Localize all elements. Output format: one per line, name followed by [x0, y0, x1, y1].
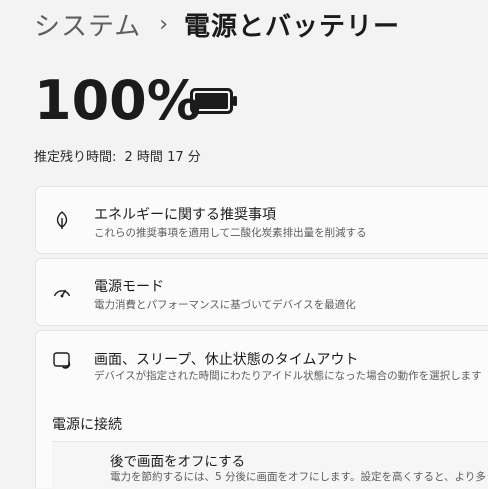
- breadcrumb-separator: ›: [159, 11, 169, 37]
- screen-off-setting-description: 電力を節約するには、5 分後に画面をオフにします。設定を高くすると、より多くの: [110, 471, 488, 483]
- remaining-label: 推定残り時間:: [34, 150, 117, 165]
- breadcrumb: システム › 電源とバッテリー: [34, 4, 400, 44]
- leaf-icon: [56, 211, 68, 229]
- screen-sleep-title: 画面、スリープ、休止状態のタイムアウト: [94, 352, 359, 368]
- power-mode-description: 電力消費とパフォーマンスに基づいてデバイスを最適化: [94, 299, 356, 311]
- breadcrumb-system-link[interactable]: システム: [34, 6, 141, 43]
- battery-full-icon: [190, 88, 237, 114]
- screen-sleep-icon: [53, 352, 71, 369]
- screen-sleep-description: デバイスが指定された時間にわたりアイドル状態になった場合の動作を選択します: [94, 370, 482, 382]
- energy-recommendations-card[interactable]: エネルギーに関する推奨事項 これらの推奨事項を適用して二酸化炭素排出量を削減する: [35, 186, 488, 254]
- energy-recommendations-title: エネルギーに関する推奨事項: [94, 207, 276, 223]
- page-title: 電源とバッテリー: [184, 11, 401, 42]
- battery-percentage: 100%: [34, 69, 201, 132]
- estimated-time-remaining: 推定残り時間: 2 時間 17 分: [34, 146, 201, 165]
- screen-sleep-timeout-card[interactable]: 画面、スリープ、休止状態のタイムアウト デバイスが指定された時間にわたりアイドル…: [35, 330, 488, 390]
- energy-recommendations-description: これらの推奨事項を適用して二酸化炭素排出量を削減する: [94, 227, 367, 239]
- plugged-in-section-title: 電源に接続: [52, 417, 122, 433]
- power-mode-icon: [53, 289, 71, 298]
- power-mode-title: 電源モード: [94, 279, 164, 295]
- remaining-value: 2 時間 17 分: [124, 150, 201, 165]
- power-mode-card[interactable]: 電源モード 電力消費とパフォーマンスに基づいてデバイスを最適化: [35, 258, 488, 326]
- screen-off-setting-title: 後で画面をオフにする: [110, 454, 246, 470]
